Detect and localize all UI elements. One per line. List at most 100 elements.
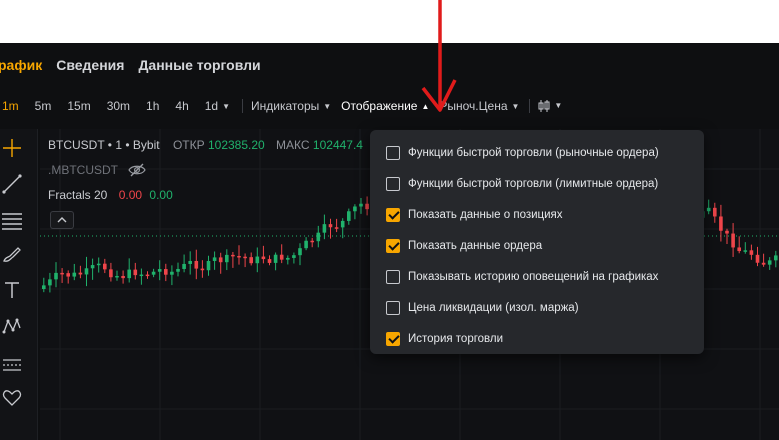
checkbox[interactable]: [386, 300, 400, 315]
candle-body: [90, 265, 95, 269]
candle-body: [304, 240, 308, 249]
tab-chart[interactable]: рафик: [0, 57, 42, 73]
fib-tool[interactable]: [0, 207, 24, 233]
candle-body: [774, 255, 778, 261]
candle-body: [725, 230, 729, 234]
timeframe-1d-button[interactable]: 1d ▼: [205, 99, 230, 113]
tab-info[interactable]: Сведения: [56, 57, 124, 73]
menu-item-label: Цена ликвидации (изол. маржа): [408, 301, 579, 314]
chart-legend-indicator: Fractals 20 0.00 0.00: [48, 188, 173, 202]
toolbar-divider: [529, 99, 531, 113]
candle-body: [188, 260, 192, 264]
candle-body: [322, 224, 327, 233]
menu-item-show-orders[interactable]: Показать данные ордера: [370, 230, 704, 261]
crosshair-tool[interactable]: [0, 135, 24, 161]
menu-item-trade-history[interactable]: История торговли: [370, 323, 704, 354]
chevron-down-icon: ▼: [222, 102, 231, 111]
trend-line-tool[interactable]: [0, 171, 24, 197]
main-tabs: рафик Сведения Данные торговли: [0, 43, 275, 87]
candle-body: [340, 220, 345, 228]
timeframe-1h[interactable]: 1h: [146, 99, 159, 113]
text-tool[interactable]: [0, 277, 24, 303]
legend-symbol: BTCUSDT: [48, 138, 105, 152]
candle-body: [151, 271, 156, 275]
timeframe-1d-label: 1d: [204, 99, 219, 113]
favorites-tool[interactable]: [0, 385, 24, 411]
menu-item-quick-trade-market[interactable]: Функции быстрой торговли (рыночные ордер…: [370, 137, 704, 168]
tab-trading-data[interactable]: Данные торговли: [138, 57, 260, 73]
chevron-down-icon: ▼: [323, 102, 332, 111]
toolbar-divider: [242, 99, 244, 113]
display-dropdown[interactable]: Отображение ▲: [341, 99, 429, 113]
candle-body: [42, 285, 46, 289]
timeframe-1m[interactable]: 1m: [2, 99, 19, 113]
candle-body: [60, 272, 64, 275]
menu-item-liquidation-price[interactable]: Цена ликвидации (изол. маржа): [370, 292, 704, 323]
menu-item-label: Функции быстрой торговли (рыночные ордер…: [408, 146, 659, 159]
checkbox[interactable]: [386, 176, 400, 191]
candle-body: [212, 257, 217, 261]
brush-icon: [3, 247, 21, 262]
candle-body: [182, 263, 186, 269]
checkbox[interactable]: [386, 331, 400, 346]
menu-item-alert-history[interactable]: Показывать историю оповещений на графика…: [370, 261, 704, 292]
candle-body: [170, 271, 174, 275]
chart-toolbar: 1m 5m 15m 30m 1h 4h 1d ▼ Индикаторы ▼ Отоб…: [0, 95, 572, 117]
timeframe-30m[interactable]: 30m: [107, 99, 130, 113]
chevron-down-icon: ▼: [554, 100, 563, 110]
candle-body: [292, 255, 296, 258]
candle-body: [255, 256, 260, 264]
candle-body: [127, 269, 131, 279]
forecast-icon: [3, 359, 21, 371]
display-options-menu: Функции быстрой торговли (рыночные ордер…: [370, 130, 704, 354]
pattern-tool[interactable]: [0, 313, 24, 339]
crosshair-icon: [3, 139, 21, 157]
candle-body: [176, 268, 180, 272]
candle-body: [706, 207, 711, 212]
candle-body: [115, 275, 119, 278]
timeframe-5m[interactable]: 5m: [35, 99, 52, 113]
indicator-value-down: 0.00: [118, 188, 143, 202]
candle-body: [243, 256, 247, 259]
candle-body: [749, 250, 754, 255]
trend-line-icon: [2, 174, 22, 194]
candle-body: [103, 263, 107, 270]
candle-body: [298, 248, 302, 256]
candle-body: [737, 247, 741, 252]
fib-retracement-icon: [2, 213, 22, 230]
indicators-label: Индикаторы: [251, 99, 320, 113]
menu-item-label: Показать данные о позициях: [408, 208, 563, 221]
candle-body: [66, 273, 70, 277]
candle-body: [743, 250, 748, 252]
eye-off-icon[interactable]: [128, 163, 146, 177]
timeframe-15m[interactable]: 15m: [67, 99, 90, 113]
checkbox[interactable]: [386, 207, 400, 222]
indicator-value-up: 0.00: [149, 188, 173, 202]
collapse-legend-button[interactable]: [50, 211, 74, 229]
checkbox[interactable]: [386, 269, 400, 284]
legend-interval: 1: [115, 138, 123, 152]
forecast-tool[interactable]: [0, 349, 24, 375]
checkbox[interactable]: [386, 238, 400, 253]
legend-overlay-symbol: .MBTCUSDT: [48, 163, 118, 177]
brush-tool[interactable]: [0, 241, 24, 267]
menu-item-quick-trade-limit[interactable]: Функции быстрой торговли (лимитные ордер…: [370, 168, 704, 199]
candle-body: [84, 268, 89, 275]
candle-body: [261, 256, 266, 260]
candle-body: [48, 279, 52, 286]
candle-body: [231, 254, 235, 257]
menu-item-show-positions[interactable]: Показать данные о позициях: [370, 199, 704, 230]
display-label: Отображение: [341, 99, 418, 113]
candle-body: [761, 262, 766, 265]
candle-body: [267, 259, 272, 263]
candle-body: [334, 227, 339, 229]
candle-body: [310, 240, 314, 243]
candle-body: [249, 257, 253, 264]
checkbox[interactable]: [386, 145, 400, 160]
indicators-dropdown[interactable]: Индикаторы ▼: [251, 99, 331, 113]
timeframe-4h[interactable]: 4h: [175, 99, 188, 113]
chart-type-dropdown[interactable]: ▼: [538, 99, 562, 113]
candle-body: [96, 263, 101, 266]
menu-item-label: Функции быстрой торговли (лимитные ордер…: [408, 177, 659, 190]
candle-body: [157, 269, 162, 272]
